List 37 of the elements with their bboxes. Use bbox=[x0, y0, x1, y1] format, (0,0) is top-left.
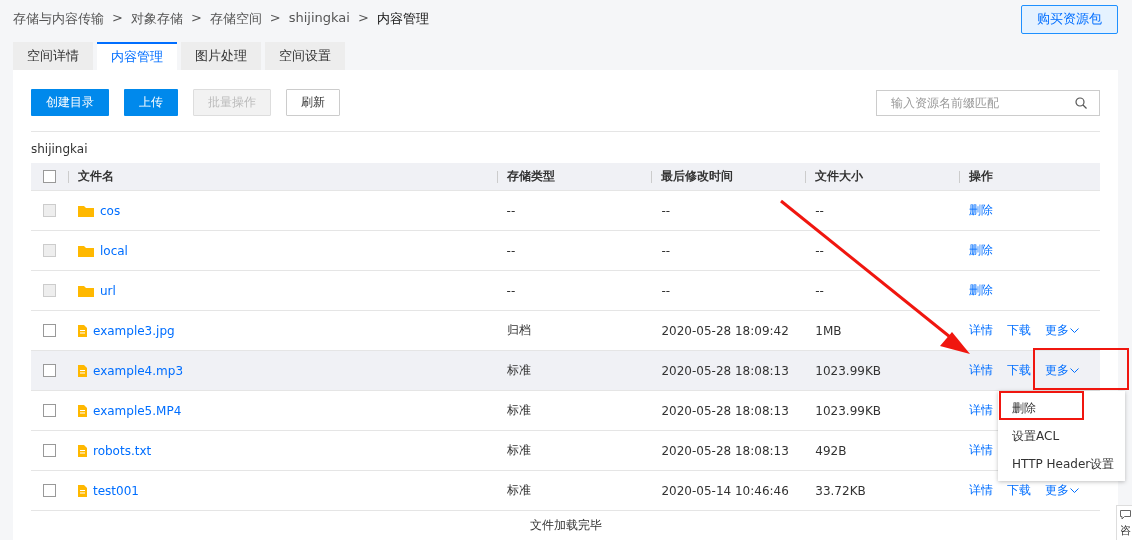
table-cell-text: -- bbox=[660, 203, 672, 218]
table-cell-text: 标准 bbox=[505, 402, 532, 419]
table-cell-text: -- bbox=[814, 203, 825, 218]
column-header: 最后修改时间 bbox=[661, 168, 734, 185]
table-cell-text: 标准 bbox=[505, 482, 532, 499]
table-cell-text: 2020-05-28 18:08:13 bbox=[660, 443, 790, 458]
table-cell-text: 2020-05-28 18:08:13 bbox=[660, 363, 790, 378]
table-cell-text: 1MB bbox=[814, 323, 843, 338]
table-cell-text: -- bbox=[814, 243, 825, 258]
table-cell-text: -- bbox=[505, 283, 517, 298]
table-cell-text: 33.72KB bbox=[814, 483, 867, 498]
table-cell-text: 2020-05-14 10:46:46 bbox=[660, 483, 790, 498]
path-label: shijingkai bbox=[31, 141, 89, 158]
table-cell-text: -- bbox=[505, 203, 517, 218]
breadcrumb-item: 内容管理 bbox=[376, 10, 429, 28]
table-cell-text: 492B bbox=[814, 443, 848, 458]
table-cell-text: 1023.99KB bbox=[814, 363, 882, 378]
breadcrumb-separator: > bbox=[357, 10, 369, 27]
table-cell-text: -- bbox=[505, 243, 517, 258]
table-cell-text: 2020-05-28 18:08:13 bbox=[660, 403, 790, 418]
table-cell-text: 标准 bbox=[505, 362, 532, 379]
breadcrumb-separator: > bbox=[190, 10, 202, 27]
breadcrumb-separator: > bbox=[269, 10, 281, 27]
table-cell-text: 1023.99KB bbox=[814, 403, 882, 418]
table-cell-text: 标准 bbox=[505, 442, 532, 459]
column-header: 存储类型 bbox=[506, 168, 555, 185]
column-header: 操作 bbox=[969, 168, 994, 185]
table-cell-text: 2020-05-28 18:09:42 bbox=[660, 323, 790, 338]
table-cell-text: -- bbox=[814, 283, 825, 298]
feedback-label: 咨 bbox=[1119, 523, 1131, 538]
breadcrumb-separator: > bbox=[112, 10, 123, 27]
column-header: 文件名 bbox=[77, 168, 114, 185]
load-status: 文件加载完毕 bbox=[528, 517, 603, 534]
column-header: 文件大小 bbox=[815, 168, 864, 185]
table-cell-text: 归档 bbox=[505, 322, 532, 339]
table-cell-text: -- bbox=[660, 243, 672, 258]
table-cell-text: -- bbox=[660, 283, 672, 298]
